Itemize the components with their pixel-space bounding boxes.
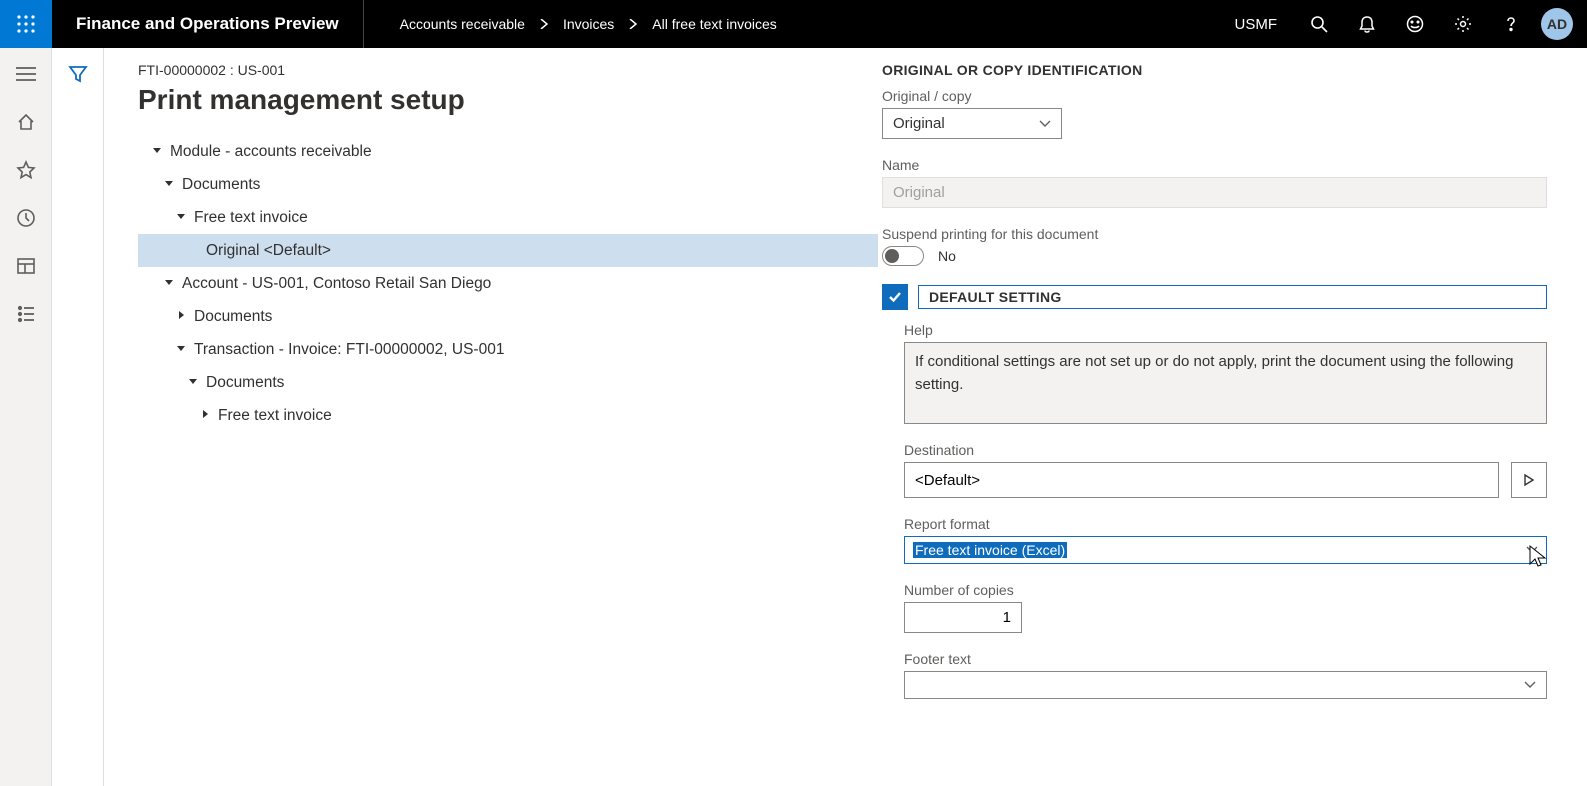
input-destination[interactable] — [904, 462, 1499, 498]
collapse-icon[interactable] — [192, 409, 218, 422]
tree-node-transaction[interactable]: Transaction - Invoice: FTI-00000002, US-… — [138, 333, 878, 366]
tree-label: Documents — [206, 374, 284, 392]
main-content: FTI-00000002 : US-001 Print management s… — [104, 48, 1587, 786]
tree-node-original-default[interactable]: Original <Default> — [138, 234, 878, 267]
label-destination: Destination — [904, 442, 1547, 458]
field-original-copy: Original / copy Original — [882, 88, 1547, 139]
breadcrumb-item[interactable]: Accounts receivable — [400, 16, 525, 32]
breadcrumb-item[interactable]: All free text invoices — [652, 16, 777, 32]
tree-node-freetext[interactable]: Free text invoice — [138, 201, 878, 234]
label-name: Name — [882, 157, 1547, 173]
tree-label: Documents — [194, 308, 272, 326]
expand-icon[interactable] — [168, 343, 194, 356]
expand-icon[interactable] — [168, 211, 194, 224]
tree-label: Account - US-001, Contoso Retail San Die… — [182, 275, 491, 293]
chevron-down-icon — [1524, 678, 1536, 692]
field-name: Name — [882, 157, 1547, 208]
field-destination: Destination — [904, 442, 1547, 498]
star-icon[interactable] — [14, 158, 38, 182]
select-value: Original — [893, 115, 945, 132]
company-picker[interactable]: USMF — [1217, 16, 1296, 33]
tree-node-documents-3[interactable]: Documents — [138, 366, 878, 399]
gear-icon[interactable] — [1439, 0, 1487, 48]
chevron-right-icon — [539, 19, 549, 29]
search-icon[interactable] — [1295, 0, 1343, 48]
breadcrumb-item[interactable]: Invoices — [563, 16, 614, 32]
section-header-identification: ORIGINAL OR COPY IDENTIFICATION — [882, 62, 1547, 78]
label-help: Help — [904, 322, 1547, 338]
filter-rail — [52, 48, 104, 786]
input-copies[interactable] — [904, 602, 1022, 633]
nav-rail — [0, 48, 52, 786]
label-original-copy: Original / copy — [882, 88, 1547, 104]
tree-node-account[interactable]: Account - US-001, Contoso Retail San Die… — [138, 267, 878, 300]
breadcrumb: Accounts receivable Invoices All free te… — [364, 16, 777, 32]
toggle-suspend[interactable] — [882, 246, 924, 266]
recent-icon[interactable] — [14, 206, 38, 230]
tree-node-freetext-2[interactable]: Free text invoice — [138, 399, 878, 432]
field-help: Help If conditional settings are not set… — [904, 322, 1547, 424]
tree-label: Transaction - Invoice: FTI-00000002, US-… — [194, 341, 504, 359]
select-original-copy[interactable]: Original — [882, 108, 1062, 139]
form-pane: ORIGINAL OR COPY IDENTIFICATION Original… — [878, 62, 1563, 786]
default-setting-title: DEFAULT SETTING — [918, 285, 1547, 309]
top-bar: Finance and Operations Preview Accounts … — [0, 0, 1587, 48]
chevron-down-icon — [1039, 117, 1051, 131]
tree-node-module[interactable]: Module - accounts receivable — [138, 135, 878, 168]
tree-label: Free text invoice — [194, 209, 308, 227]
app-launcher-icon[interactable] — [0, 0, 52, 48]
label-footer: Footer text — [904, 651, 1547, 667]
bell-icon[interactable] — [1343, 0, 1391, 48]
label-suspend: Suspend printing for this document — [882, 226, 1547, 242]
tree-pane: FTI-00000002 : US-001 Print management s… — [138, 62, 878, 786]
toggle-value: No — [938, 248, 956, 264]
expand-icon[interactable] — [144, 145, 170, 158]
topbar-right: USMF AD — [1217, 0, 1587, 48]
filter-icon[interactable] — [66, 62, 90, 86]
help-text: If conditional settings are not set up o… — [904, 342, 1547, 424]
field-copies: Number of copies — [904, 582, 1547, 633]
app-title: Finance and Operations Preview — [52, 0, 364, 48]
tree-node-documents-2[interactable]: Documents — [138, 300, 878, 333]
input-name — [882, 177, 1547, 208]
help-icon[interactable] — [1487, 0, 1535, 48]
home-icon[interactable] — [14, 110, 38, 134]
chevron-down-icon — [1526, 543, 1538, 557]
tree-node-documents[interactable]: Documents — [138, 168, 878, 201]
page-subtitle: FTI-00000002 : US-001 — [138, 62, 878, 78]
expand-icon[interactable] — [180, 376, 206, 389]
expand-icon[interactable] — [156, 277, 182, 290]
tree-label: Free text invoice — [218, 407, 332, 425]
tree-label: Module - accounts receivable — [170, 143, 372, 161]
content-area: FTI-00000002 : US-001 Print management s… — [0, 48, 1587, 786]
hamburger-icon[interactable] — [14, 62, 38, 86]
tree-label: Original <Default> — [206, 242, 331, 260]
field-footer: Footer text — [904, 651, 1547, 699]
select-report-format[interactable]: Free text invoice (Excel) — [904, 536, 1547, 564]
default-setting-fields: Help If conditional settings are not set… — [882, 322, 1547, 699]
chevron-right-icon — [628, 19, 638, 29]
report-format-value: Free text invoice (Excel) — [913, 542, 1067, 558]
tree-label: Documents — [182, 176, 260, 194]
expand-icon[interactable] — [156, 178, 182, 191]
destination-lookup-button[interactable] — [1511, 462, 1547, 498]
modules-icon[interactable] — [14, 302, 38, 326]
collapse-icon[interactable] — [168, 310, 194, 323]
avatar[interactable]: AD — [1541, 8, 1573, 40]
select-footer[interactable] — [904, 671, 1547, 699]
field-suspend: Suspend printing for this document No — [882, 226, 1547, 266]
tree-view: Module - accounts receivable Documents F… — [138, 135, 878, 432]
checkbox-default-setting[interactable] — [882, 284, 908, 310]
field-report-format: Report format Free text invoice (Excel) — [904, 516, 1547, 564]
smiley-icon[interactable] — [1391, 0, 1439, 48]
default-setting-header: DEFAULT SETTING — [882, 284, 1547, 310]
page-title: Print management setup — [138, 82, 878, 117]
workspace-icon[interactable] — [14, 254, 38, 278]
label-copies: Number of copies — [904, 582, 1547, 598]
label-report-format: Report format — [904, 516, 1547, 532]
